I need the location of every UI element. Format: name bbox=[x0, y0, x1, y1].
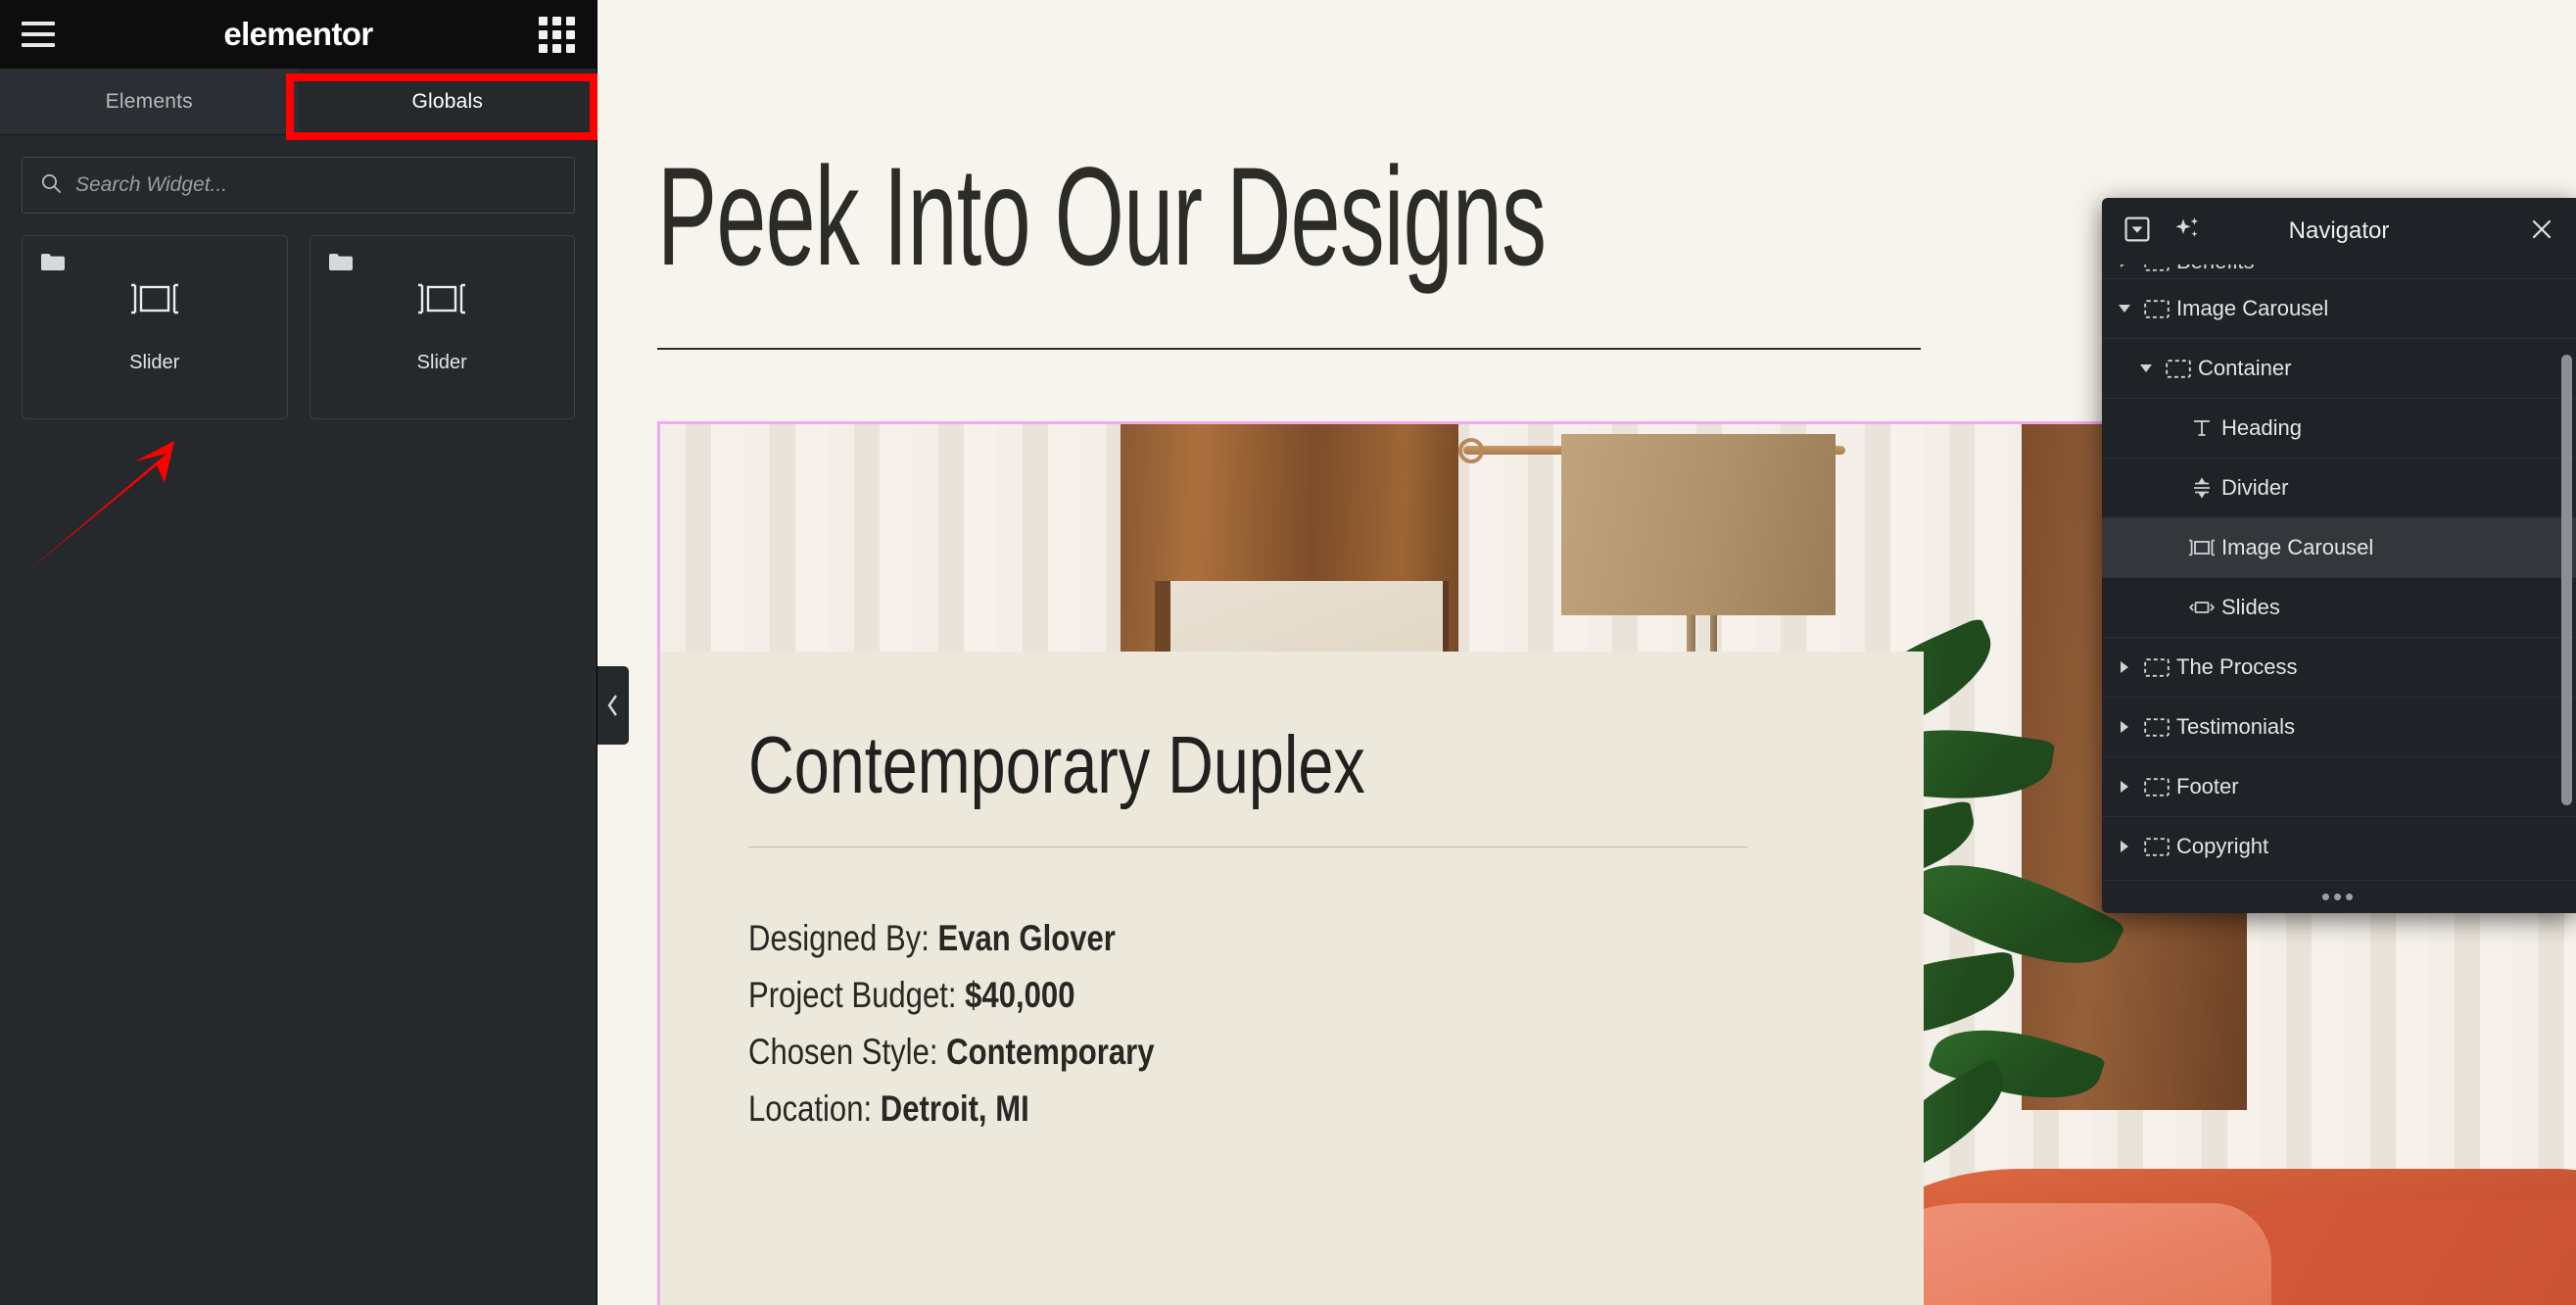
nav-item-label: Image Carousel bbox=[2221, 535, 2374, 559]
title-divider bbox=[657, 348, 1921, 350]
meta-row-designed-by: Designed By: Evan Glover bbox=[748, 918, 1661, 959]
apps-grid-icon[interactable] bbox=[539, 16, 575, 53]
search-widget-section bbox=[0, 135, 596, 214]
nav-item-label: Testimonials bbox=[2176, 714, 2296, 739]
nav-item-divider[interactable]: Divider bbox=[2102, 458, 2576, 517]
nav-item-label: Copyright bbox=[2176, 834, 2269, 858]
container-icon bbox=[2137, 299, 2176, 318]
navigator-scrollbar-thumb[interactable] bbox=[2561, 355, 2572, 805]
meta-row-location: Location: Detroit, MI bbox=[748, 1088, 1661, 1130]
hamburger-icon[interactable] bbox=[22, 22, 55, 47]
meta-label: Chosen Style: bbox=[748, 1032, 938, 1072]
search-box[interactable] bbox=[22, 157, 575, 214]
nav-item-label: Heading bbox=[2221, 415, 2302, 440]
navigator-header: Navigator bbox=[2102, 198, 2576, 265]
navigator-panel: Navigator Benefits bbox=[2102, 198, 2576, 913]
tab-elements[interactable]: Elements bbox=[0, 69, 299, 134]
widget-card-slider-1[interactable]: Slider bbox=[22, 235, 288, 419]
twisty-collapsed-icon[interactable] bbox=[2112, 720, 2137, 734]
container-icon bbox=[2137, 657, 2176, 677]
container-icon bbox=[2137, 837, 2176, 856]
container-icon bbox=[2137, 265, 2176, 271]
carousel-icon bbox=[2182, 538, 2221, 557]
widget-label: Slider bbox=[129, 352, 180, 373]
nav-item-label: Slides bbox=[2221, 595, 2280, 619]
widget-grid: Slider Slider bbox=[0, 214, 596, 441]
twisty-collapsed-icon[interactable] bbox=[2112, 840, 2137, 853]
meta-row-project-budget: Project Budget: $40,000 bbox=[748, 975, 1661, 1016]
page-title: Peek Into Our Designs bbox=[657, 139, 1547, 295]
slide-info-card: Contemporary Duplex Designed By: Evan Gl… bbox=[660, 652, 1924, 1305]
divider-icon bbox=[2182, 476, 2221, 500]
slider-icon bbox=[126, 280, 183, 322]
search-icon bbox=[40, 172, 62, 199]
nav-item-label: Image Carousel bbox=[2176, 296, 2329, 320]
twisty-collapsed-icon[interactable] bbox=[2112, 660, 2137, 674]
slides-icon bbox=[2182, 599, 2221, 616]
slide-meta-list: Designed By: Evan Glover Project Budget:… bbox=[748, 918, 1836, 1130]
slide-divider bbox=[748, 846, 1747, 847]
meta-value: Detroit, MI bbox=[880, 1088, 1029, 1129]
slide-title: Contemporary Duplex bbox=[748, 719, 1365, 810]
twisty-expanded-icon[interactable] bbox=[2133, 362, 2159, 374]
collapse-all-icon[interactable] bbox=[2123, 216, 2151, 248]
nav-item-benefits[interactable]: Benefits bbox=[2102, 265, 2576, 278]
container-icon bbox=[2137, 777, 2176, 797]
elementor-logo: elementor bbox=[223, 16, 373, 52]
nav-item-the-process[interactable]: The Process bbox=[2102, 637, 2576, 697]
panel-tabs: Elements Globals bbox=[0, 69, 597, 140]
nav-item-image-carousel-container[interactable]: Image Carousel bbox=[2102, 278, 2576, 338]
nav-item-container[interactable]: Container bbox=[2102, 338, 2576, 398]
nav-item-testimonials[interactable]: Testimonials bbox=[2102, 697, 2576, 756]
nav-item-copyright[interactable]: Copyright bbox=[2102, 816, 2576, 876]
folder-icon bbox=[328, 252, 354, 276]
close-icon[interactable] bbox=[2529, 217, 2554, 247]
nav-item-slides[interactable]: Slides bbox=[2102, 577, 2576, 637]
nav-item-label: Container bbox=[2198, 356, 2292, 380]
panel-header: elementor bbox=[0, 0, 596, 69]
chevron-left-icon bbox=[607, 695, 617, 716]
nav-item-label: Benefits bbox=[2176, 265, 2255, 274]
meta-row-chosen-style: Chosen Style: Contemporary bbox=[748, 1032, 1661, 1073]
navigator-scrollbar[interactable] bbox=[2561, 319, 2572, 880]
widget-label: Slider bbox=[416, 352, 467, 373]
nav-item-footer[interactable]: Footer bbox=[2102, 756, 2576, 816]
nav-item-label: Footer bbox=[2176, 774, 2239, 798]
container-icon bbox=[2159, 359, 2198, 378]
annotation-arrow bbox=[25, 441, 174, 573]
meta-value: Contemporary bbox=[946, 1032, 1155, 1072]
meta-value: Evan Glover bbox=[937, 918, 1116, 958]
twisty-expanded-icon[interactable] bbox=[2112, 303, 2137, 314]
heading-icon bbox=[2182, 416, 2221, 440]
widget-card-slider-2[interactable]: Slider bbox=[309, 235, 575, 419]
nav-item-heading[interactable]: Heading bbox=[2102, 398, 2576, 458]
search-input[interactable] bbox=[75, 173, 556, 197]
editor-panel: elementor Elements Globals Search Widget… bbox=[0, 0, 597, 1305]
navigator-tree[interactable]: Benefits Image Carousel Container bbox=[2102, 265, 2576, 880]
twisty-collapsed-icon[interactable] bbox=[2112, 265, 2137, 268]
twisty-collapsed-icon[interactable] bbox=[2112, 780, 2137, 794]
sparkles-icon[interactable] bbox=[2172, 216, 2202, 248]
meta-value: $40,000 bbox=[965, 975, 1075, 1015]
container-icon bbox=[2137, 717, 2176, 737]
meta-label: Project Budget: bbox=[748, 975, 957, 1015]
nav-item-label: The Process bbox=[2176, 654, 2298, 679]
navigator-resize-handle[interactable]: ••• bbox=[2102, 880, 2576, 913]
folder-icon bbox=[40, 252, 66, 276]
meta-label: Location: bbox=[748, 1088, 873, 1129]
meta-label: Designed By: bbox=[748, 918, 930, 958]
nav-item-image-carousel[interactable]: Image Carousel bbox=[2102, 517, 2576, 577]
slider-icon bbox=[413, 280, 470, 322]
panel-collapse-button[interactable] bbox=[597, 666, 629, 745]
tab-globals[interactable]: Globals bbox=[298, 69, 596, 134]
nav-item-label: Divider bbox=[2221, 475, 2289, 500]
